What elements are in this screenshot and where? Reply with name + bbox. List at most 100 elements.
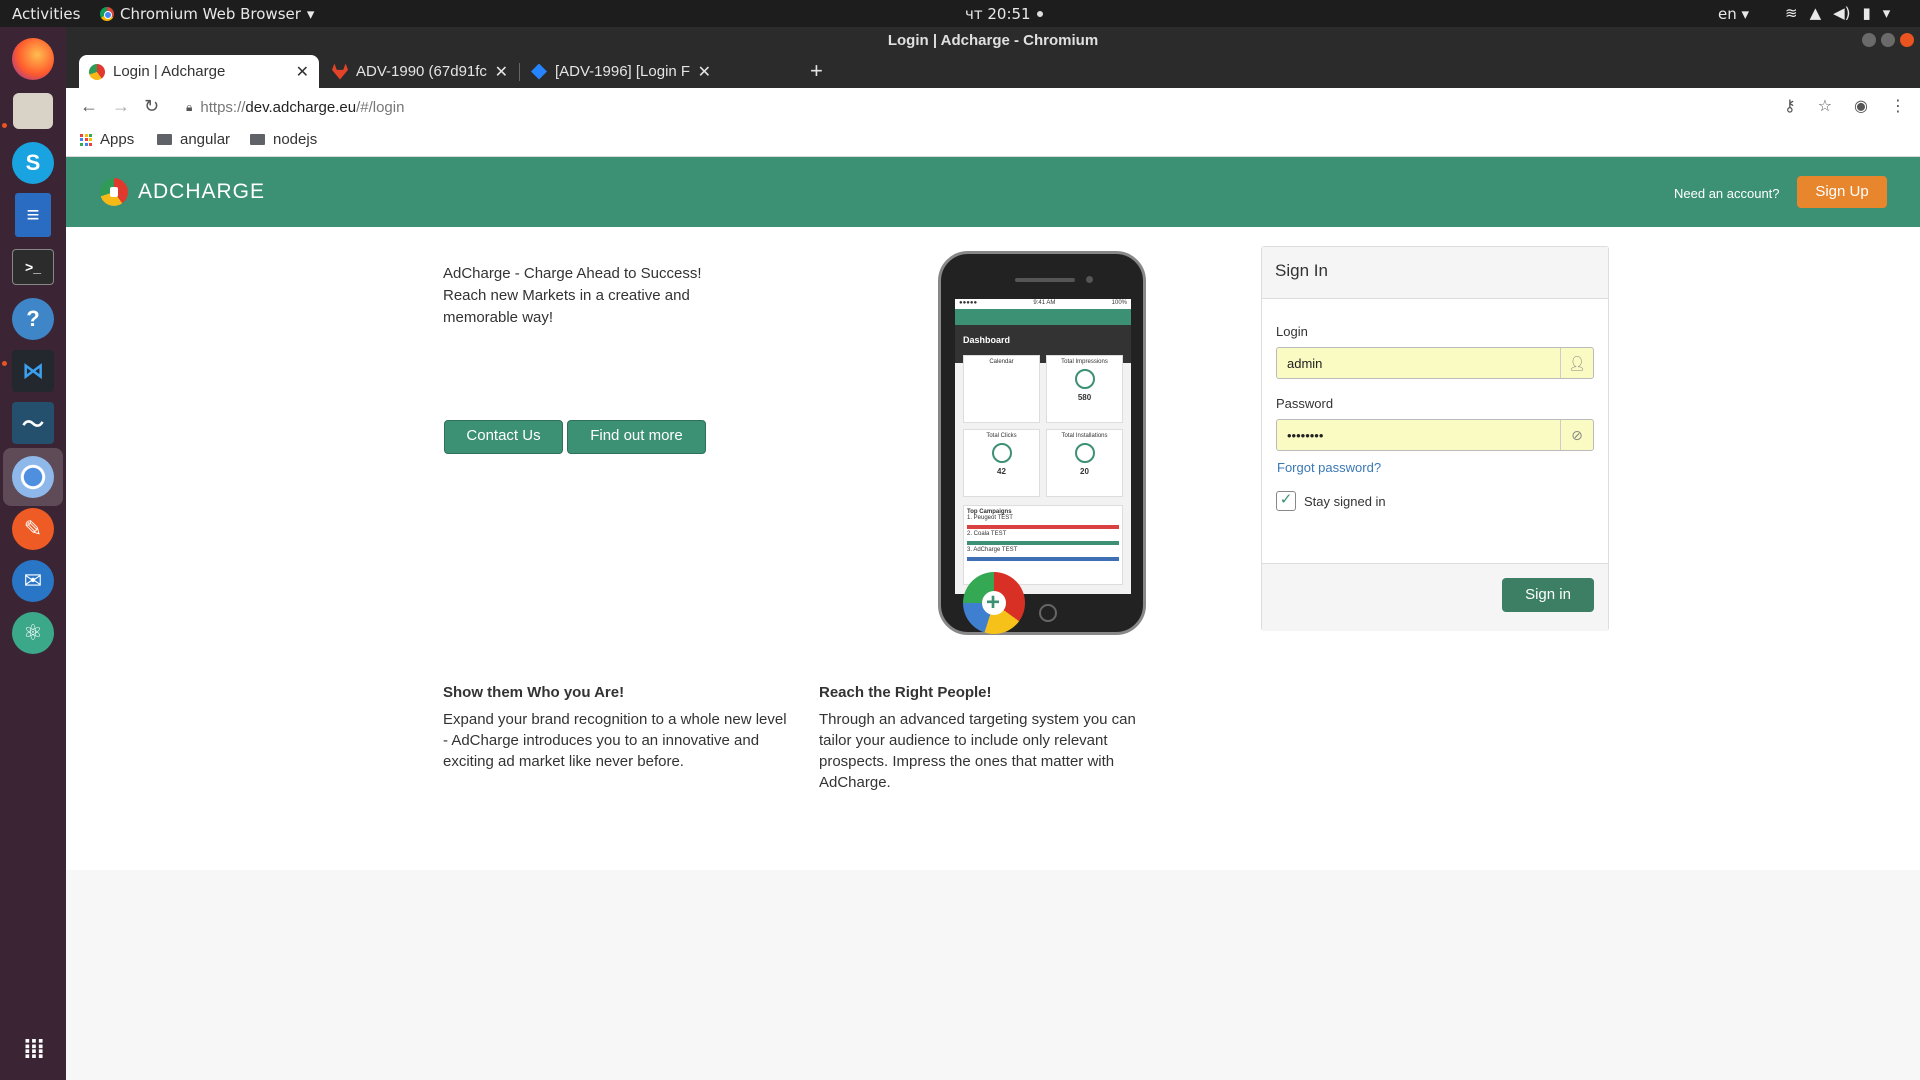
feature-text: Through an advanced targeting system you… bbox=[819, 711, 1136, 791]
installations-card: Total Installations 20 bbox=[1046, 429, 1123, 497]
bookmark-angular[interactable]: angular bbox=[157, 131, 230, 148]
stay-signed-in[interactable]: ✓ Stay signed in bbox=[1276, 491, 1386, 511]
app-menu-label: Chromium Web Browser bbox=[120, 5, 301, 23]
firefox-icon bbox=[12, 38, 54, 80]
eye-slash-icon[interactable]: ⊘ bbox=[1560, 420, 1593, 450]
folder-icon bbox=[157, 134, 172, 145]
dock-files[interactable] bbox=[9, 87, 57, 135]
dock-atom[interactable]: ⚛ bbox=[9, 609, 57, 657]
close-window-button[interactable] bbox=[1900, 33, 1914, 47]
language-indicator[interactable]: en ▾ bbox=[1718, 5, 1749, 23]
brand-logo[interactable]: ADCHARGE bbox=[100, 178, 265, 206]
close-tab-icon[interactable]: ✕ bbox=[495, 62, 508, 82]
new-tab-button[interactable]: + bbox=[810, 58, 823, 84]
tab-label: Login | Adcharge bbox=[113, 63, 226, 80]
chevron-down-icon: ▾ bbox=[306, 5, 315, 23]
profile-icon[interactable]: ◉ bbox=[1854, 96, 1868, 116]
address-bar[interactable]: 🔒︎ https://dev.adcharge.eu/#/login bbox=[186, 93, 1826, 121]
close-tab-icon[interactable]: ✕ bbox=[296, 62, 309, 82]
web-page: ADCHARGE Need an account? Sign Up AdChar… bbox=[66, 157, 1920, 1080]
dock-writer[interactable]: ≡ bbox=[9, 191, 57, 239]
feature-title: Show them Who you Are! bbox=[443, 684, 625, 701]
system-tray[interactable]: ≋ ▲ ◀) ▮ ▾ bbox=[1785, 4, 1890, 22]
vscode-icon: ⋈ bbox=[12, 350, 54, 392]
skype-icon: S bbox=[12, 142, 54, 184]
window-controls bbox=[1862, 33, 1914, 47]
phone-screen: ●●●●● 9:41 AM 100% Dashboard Calendar To… bbox=[955, 299, 1131, 594]
campaign-bar bbox=[967, 557, 1119, 561]
forward-button[interactable]: → bbox=[112, 96, 130, 117]
dock-chromium[interactable] bbox=[3, 448, 63, 506]
dock-terminal[interactable]: >_ bbox=[9, 243, 57, 291]
impressions-card: Total Impressions 580 bbox=[1046, 355, 1123, 423]
close-tab-icon[interactable]: ✕ bbox=[698, 62, 711, 82]
jira-icon bbox=[531, 63, 547, 80]
sign-up-button[interactable]: Sign Up bbox=[1797, 176, 1887, 208]
phone-home-button bbox=[1039, 604, 1057, 622]
star-icon[interactable]: ☆ bbox=[1818, 96, 1832, 116]
folder-icon bbox=[250, 134, 265, 145]
contact-us-button[interactable]: Contact Us bbox=[444, 420, 563, 454]
browser-toolbar: ← → ↻ 🔒︎ https://dev.adcharge.eu/#/login… bbox=[66, 88, 1920, 126]
stay-signed-in-checkbox[interactable]: ✓ bbox=[1276, 491, 1296, 511]
chromium-icon bbox=[12, 456, 54, 498]
minimize-button[interactable] bbox=[1862, 33, 1876, 47]
bookmarks-bar: Apps angular nodejs bbox=[66, 126, 1920, 157]
tab-gitlab[interactable]: ADV-1990 (67d91fc1) · Co ✕ bbox=[322, 55, 518, 88]
back-button[interactable]: ← bbox=[80, 96, 98, 117]
adcharge-app-logo-icon: + bbox=[963, 572, 1025, 634]
phone-mockup-image: ●●●●● 9:41 AM 100% Dashboard Calendar To… bbox=[938, 251, 1146, 635]
dock-thunderbird[interactable]: ✉ bbox=[9, 557, 57, 605]
campaign-item: 3. AdCharge TEST bbox=[967, 547, 1018, 553]
clock-label: чт 20:51 bbox=[965, 5, 1031, 23]
gitlab-icon bbox=[332, 63, 348, 80]
password-input[interactable] bbox=[1277, 420, 1567, 450]
key-icon[interactable]: ⚷ bbox=[1784, 96, 1796, 116]
login-input[interactable] bbox=[1277, 348, 1567, 378]
phone-app-nav bbox=[955, 309, 1131, 325]
password-label: Password bbox=[1276, 396, 1334, 411]
find-out-more-button[interactable]: Find out more bbox=[567, 420, 706, 454]
reload-button[interactable]: ↻ bbox=[144, 96, 159, 117]
feature-title: Reach the Right People! bbox=[819, 684, 992, 701]
activities-button[interactable]: Activities bbox=[12, 5, 80, 23]
url-scheme: https:// bbox=[200, 98, 246, 116]
adcharge-logo-icon bbox=[100, 178, 128, 206]
hero-line-1: AdCharge - Charge Ahead to Success! bbox=[443, 265, 702, 282]
running-indicator bbox=[2, 123, 7, 128]
app-menu[interactable]: Chromium Web Browser ▾ bbox=[100, 5, 314, 23]
chromium-icon bbox=[100, 7, 114, 21]
dock-postman[interactable]: ✎ bbox=[9, 505, 57, 553]
maximize-button[interactable] bbox=[1881, 33, 1895, 47]
tab-login-adcharge[interactable]: Login | Adcharge ✕ bbox=[79, 55, 319, 88]
dock-vscode[interactable]: ⋈ bbox=[9, 347, 57, 395]
url-path: /#/login bbox=[356, 98, 405, 116]
menu-icon[interactable]: ⋮ bbox=[1890, 96, 1906, 116]
battery-icon: ▮ bbox=[1862, 4, 1871, 22]
dock-mysql-workbench[interactable]: 〜 bbox=[9, 399, 57, 447]
sign-in-button[interactable]: Sign in bbox=[1502, 578, 1594, 612]
dock-help[interactable]: ? bbox=[9, 295, 57, 343]
phone-battery: 100% bbox=[1111, 300, 1127, 306]
clock[interactable]: чт 20:51 bbox=[965, 5, 1043, 23]
show-applications-button[interactable]: ⁞⁞⁞ bbox=[9, 1025, 57, 1073]
site-header: ADCHARGE Need an account? Sign Up bbox=[66, 157, 1920, 227]
dock-skype[interactable]: S bbox=[9, 139, 57, 187]
dock-firefox[interactable] bbox=[9, 35, 57, 83]
feature-brand: Show them Who you Are! Expand your brand… bbox=[443, 682, 788, 772]
bookmark-apps[interactable]: Apps bbox=[80, 131, 134, 148]
forgot-password-link[interactable]: Forgot password? bbox=[1277, 460, 1381, 475]
running-indicator bbox=[2, 361, 7, 366]
feature-text: Expand your brand recognition to a whole… bbox=[443, 711, 787, 770]
bookmark-nodejs[interactable]: nodejs bbox=[250, 131, 317, 148]
card-title: Total Installations bbox=[1061, 433, 1108, 439]
mysql-workbench-icon: 〜 bbox=[12, 402, 54, 444]
need-account-text: Need an account? bbox=[1674, 186, 1780, 201]
download-icon bbox=[1074, 443, 1095, 463]
phone-speaker bbox=[1015, 278, 1075, 282]
apps-grid-icon bbox=[80, 133, 92, 146]
login-field: 👤︎ bbox=[1276, 347, 1594, 379]
tab-strip: Login | Adcharge ✕ ADV-1990 (67d91fc1) ·… bbox=[66, 55, 1920, 88]
show-apps-icon: ⁞⁞⁞ bbox=[23, 1033, 45, 1064]
tab-jira[interactable]: [ADV-1996] [Login Form] ✕ bbox=[521, 55, 721, 88]
